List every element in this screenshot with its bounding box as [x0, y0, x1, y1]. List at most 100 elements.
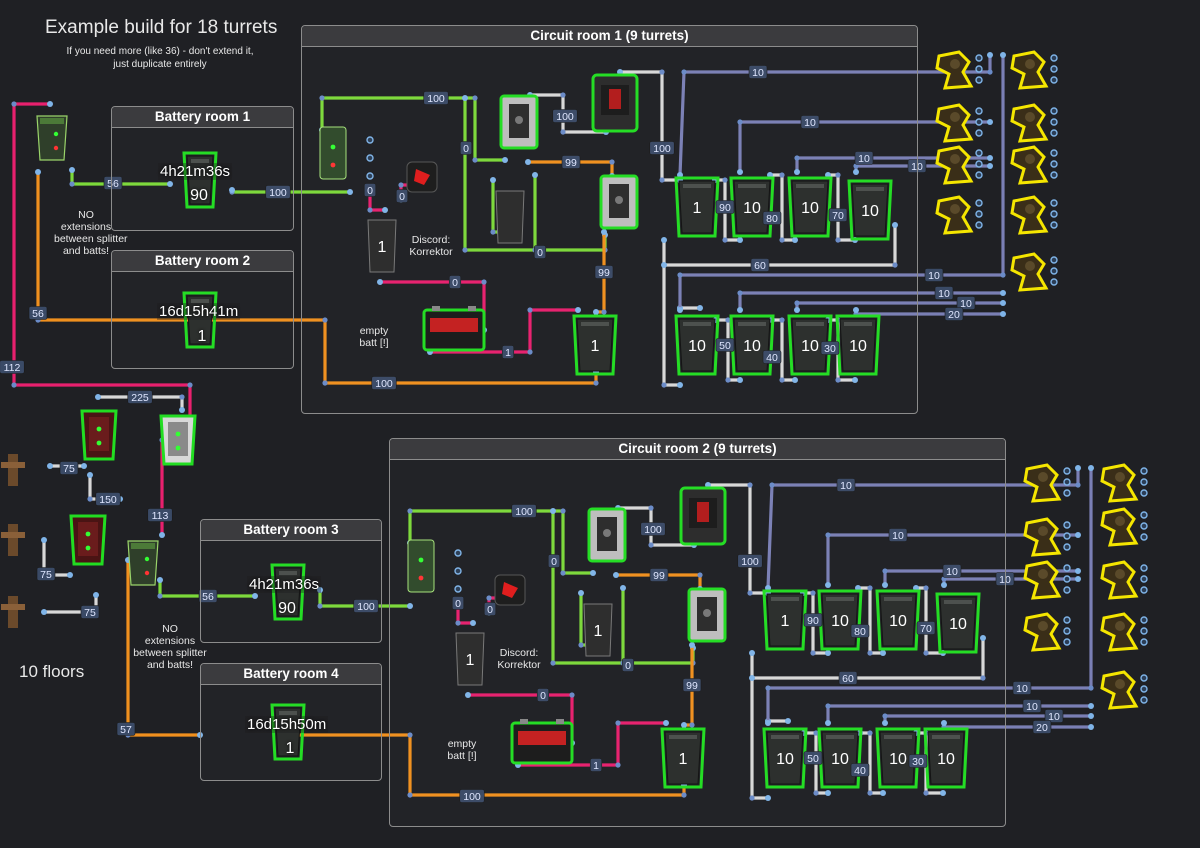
turret-port [1063, 467, 1071, 475]
blue-10f-end [1000, 290, 1006, 296]
circuit-room-1-title: Circuit room 1 (9 turrets) [302, 26, 917, 47]
splitter-cap [131, 543, 155, 549]
turret-port [1063, 627, 1071, 635]
wire-label-w6: 75 [59, 461, 79, 475]
auto-turret-icon [1010, 103, 1058, 143]
blue-10b-end [987, 119, 993, 125]
wire-label-w62: 20 [1032, 720, 1052, 734]
turret-head [1115, 569, 1125, 579]
turret-port [1140, 616, 1148, 624]
battery-room-4-title: Battery room 4 [201, 664, 381, 685]
turret-shape [1010, 145, 1049, 185]
turret-port [1140, 627, 1148, 635]
wire-label-w8: 113 [147, 508, 173, 522]
turret-port [975, 221, 983, 229]
turret-port [1050, 129, 1058, 137]
blue-10g-end [1000, 300, 1006, 306]
no-extensions-note-2: NO extensions between splitter and batts… [133, 623, 207, 672]
white-225-joint [179, 394, 185, 400]
battery-value-1: 90 [190, 187, 208, 204]
auto-turret-icon [1023, 517, 1071, 557]
turret-head [950, 59, 960, 69]
blue-10d-end [1075, 576, 1081, 582]
turret-port [1140, 696, 1148, 704]
turret-port [1140, 511, 1148, 519]
discord-note-1: Discord: Korrektor [409, 234, 453, 259]
turret-head [1115, 621, 1125, 631]
wire-label-w3: 56 [28, 306, 48, 320]
green-feed-2-start [157, 577, 163, 583]
turret-port [975, 118, 983, 126]
turret-port [1050, 199, 1058, 207]
turret-shape [1010, 195, 1049, 235]
wire-label-w60: 10 [1022, 699, 1042, 713]
battery-timer-3: 4h21m36s [247, 576, 322, 593]
turret-port [975, 54, 983, 62]
post-arm [1, 604, 25, 610]
turret-head [1025, 154, 1035, 164]
turret-port [1050, 65, 1058, 73]
turret-port [1140, 564, 1148, 572]
turret-head [1115, 679, 1125, 689]
post-body [8, 524, 18, 556]
switch-panel [89, 417, 109, 451]
white-75c-start [41, 609, 47, 615]
turret-port [1050, 118, 1058, 126]
battery-value-3: 90 [278, 600, 296, 617]
turret-port [975, 199, 983, 207]
turret-port [1140, 467, 1148, 475]
post-body [8, 454, 18, 486]
turret-head [1025, 204, 1035, 214]
orange-feed-1-start [35, 169, 41, 175]
wire-label-text: 75 [63, 463, 75, 475]
turret-port [975, 149, 983, 157]
splitter-icon [127, 540, 159, 586]
turret-port [1140, 533, 1148, 541]
blue-10c-end [1075, 568, 1081, 574]
blue-10a-joint [1075, 482, 1081, 488]
switch-led [96, 440, 102, 446]
splitter-led [144, 570, 150, 576]
turret-port [1063, 575, 1071, 583]
turret-shape [1023, 517, 1062, 557]
turret-port [975, 171, 983, 179]
wire-label-w4: 112 [0, 360, 25, 374]
discord-note-2: Discord: Korrektor [497, 647, 541, 672]
blue-10e-end [1088, 465, 1094, 471]
pink-113-end [159, 532, 165, 538]
turret-head [1025, 112, 1035, 122]
turret-shape [1010, 252, 1049, 292]
turret-port [975, 107, 983, 115]
blue-20-end [1088, 724, 1094, 730]
turret-port [1050, 267, 1058, 275]
turret-shape [1100, 463, 1139, 503]
auto-turret-icon [935, 50, 983, 90]
auto-turret-icon [1100, 507, 1148, 547]
turret-shape [935, 50, 974, 90]
auto-turret-icon [1100, 670, 1148, 710]
battery-timer-1: 4h21m36s [158, 163, 233, 180]
turret-shape [1100, 560, 1139, 600]
white-75c-end [93, 592, 99, 598]
turret-head [1038, 621, 1048, 631]
auto-turret-icon [1023, 463, 1071, 503]
battery-room-2-title: Battery room 2 [112, 251, 293, 272]
splitter-led [53, 145, 59, 151]
blue-10a-joint [987, 69, 993, 75]
post-arm [1, 532, 25, 538]
wire-label-text: 20 [1036, 722, 1048, 734]
turret-head [1025, 59, 1035, 69]
turret-shape [1010, 103, 1049, 143]
turret-port [1140, 522, 1148, 530]
turret-port [1063, 564, 1071, 572]
page-subtitle-line-1: If you need more (like 36) - don't exten… [66, 46, 254, 57]
wire-label-text: 113 [152, 510, 169, 522]
turret-port [975, 160, 983, 168]
pink-main-wire-joint [11, 101, 17, 107]
wire-label-text: 56 [32, 308, 44, 320]
empty-battery-note-2: empty batt [!] [447, 738, 477, 763]
turret-port [1050, 54, 1058, 62]
circuit-room-2-title: Circuit room 2 (9 turrets) [390, 439, 1005, 460]
turret-port [975, 65, 983, 73]
wire-label-text: 20 [948, 309, 960, 321]
